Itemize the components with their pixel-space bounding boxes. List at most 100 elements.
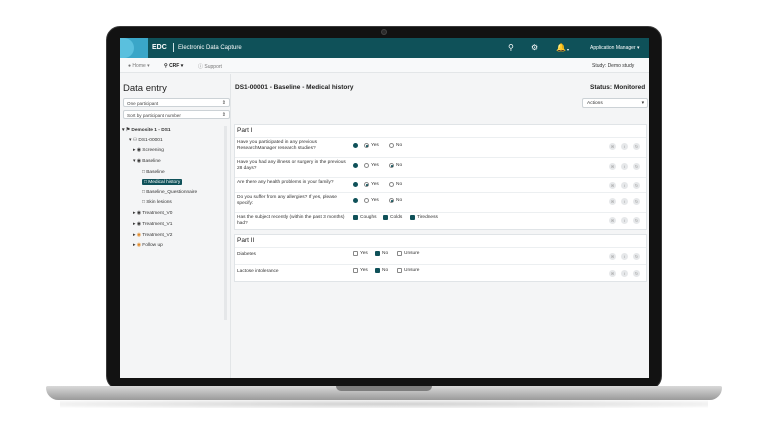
tree-follow-up[interactable]: ▸ ◉ Follow up	[133, 243, 163, 248]
sidebar-title: Data entry	[123, 83, 167, 94]
tree-treatment-v0[interactable]: ▸ ◉ Treatment_V0	[133, 211, 172, 216]
tree-treatment-v2[interactable]: ▸ ◉ Treatment_V2	[133, 233, 172, 238]
actions-dropdown[interactable]: Actions ▾	[582, 98, 648, 108]
sort-select[interactable]: Sort by participant number ⇕	[123, 110, 230, 119]
tree-participant[interactable]: ▾ ⚇ DS1-00001	[129, 138, 163, 143]
study-label: Study: Demo study	[592, 63, 635, 69]
option-label: Coughs	[360, 215, 377, 220]
laptop-notch	[336, 386, 432, 391]
radio-no[interactable]	[389, 163, 394, 168]
bell-chevron-down-icon[interactable]: ▾	[567, 47, 569, 52]
search-icon[interactable]: ⚲	[508, 43, 514, 52]
help-icon: ⓘ	[198, 64, 204, 70]
radio-yes[interactable]	[364, 182, 369, 187]
app-screen: EDC Electronic Data Capture ⚲ ⚙ 🔔 ▾ Appl…	[120, 38, 649, 378]
radio-yes[interactable]	[364, 198, 369, 203]
checkbox-unsure[interactable]	[397, 251, 402, 256]
option-label: Unsure	[404, 268, 420, 273]
option-label: Tiredness	[417, 215, 438, 220]
comment-icon[interactable]: ✉	[609, 163, 616, 170]
tree-site[interactable]: ▾ ⚑ Demosite 1 - DS1	[122, 128, 171, 133]
user-menu[interactable]: Application Manager ▾	[590, 45, 640, 51]
option-label: Yes	[360, 251, 368, 256]
history-icon[interactable]: ↻	[633, 253, 640, 260]
tree-baseline[interactable]: ▾ ◉ Baseline	[133, 159, 161, 164]
question-label: Have you participated in any previous Re…	[237, 140, 317, 152]
radio-yes[interactable]	[364, 163, 369, 168]
chevron-down-icon: ▾	[641, 100, 644, 106]
question-label: Lactose intolerance	[237, 269, 279, 274]
history-icon[interactable]: ↻	[633, 217, 640, 224]
history-icon[interactable]: ↻	[633, 182, 640, 189]
checkbox-no[interactable]	[375, 251, 380, 256]
tree-treatment-v1[interactable]: ▸ ◉ Treatment_V1	[133, 222, 172, 227]
question-row: Have you participated in any previous Re…	[235, 137, 646, 157]
checkbox-no[interactable]	[375, 268, 380, 273]
tree-form-medical-history[interactable]: □ Medical history	[142, 179, 183, 185]
top-bar: EDC Electronic Data Capture ⚲ ⚙ 🔔 ▾ Appl…	[120, 38, 649, 58]
option-label: No	[382, 251, 389, 256]
question-row: Have you had any illness or surgery in t…	[235, 157, 646, 177]
checkbox-colds[interactable]	[383, 215, 388, 220]
brand-name: EDC	[152, 44, 167, 51]
info-icon[interactable]: i	[621, 143, 628, 150]
info-icon[interactable]: i	[621, 253, 628, 260]
option-label: Colds	[390, 215, 403, 220]
nav-support[interactable]: ⓘ Support	[198, 63, 222, 70]
participant-select[interactable]: One participant ⇕	[123, 98, 230, 107]
info-icon[interactable]: i	[621, 217, 628, 224]
comment-icon[interactable]: ✉	[609, 270, 616, 277]
info-icon[interactable]: i	[621, 182, 628, 189]
tree-form-skin-lesions[interactable]: □ Skin lesions	[142, 200, 172, 205]
history-icon[interactable]: ↻	[633, 198, 640, 205]
comment-icon[interactable]: ✉	[609, 253, 616, 260]
part2-title: Part II	[237, 237, 255, 244]
question-label: Diabetes	[237, 252, 256, 257]
checkbox-unsure[interactable]	[397, 268, 402, 273]
bell-icon[interactable]: 🔔	[556, 43, 566, 52]
camera-icon	[381, 29, 387, 35]
question-label: Do you suffer from any allergies? If yes…	[237, 195, 337, 207]
status-dot-icon	[353, 182, 358, 187]
history-icon[interactable]: ↻	[633, 143, 640, 150]
option-label: Yes	[360, 268, 368, 273]
option-label: Unsure	[404, 251, 420, 256]
nav-crf[interactable]: ⚲ CRF ▾	[164, 63, 183, 69]
sidebar-scrollbar[interactable]	[224, 126, 227, 320]
tree-form-baseline-questionnaire[interactable]: □ Baseline_Questionnaire	[142, 190, 197, 195]
checkbox-tiredness[interactable]	[410, 215, 415, 220]
comment-icon[interactable]: ✉	[609, 217, 616, 224]
radio-no[interactable]	[389, 198, 394, 203]
info-icon[interactable]: i	[621, 198, 628, 205]
user-chevron-down-icon: ▾	[636, 45, 640, 51]
tree-form-baseline[interactable]: □ Baseline	[142, 170, 165, 175]
history-icon[interactable]: ↻	[633, 163, 640, 170]
radio-yes[interactable]	[364, 143, 369, 148]
tree-screening[interactable]: ▸ ◉ Screening	[133, 148, 164, 153]
checkbox-yes[interactable]	[353, 268, 358, 273]
radio-no[interactable]	[389, 182, 394, 187]
secondary-nav: ● Home ▾ ⚲ CRF ▾ ⓘ Support Study: Demo s…	[120, 58, 649, 73]
info-icon[interactable]: i	[621, 270, 628, 277]
history-icon[interactable]: ↻	[633, 270, 640, 277]
updown-icon: ⇕	[221, 111, 226, 118]
question-row: Lactose intolerance Yes No Unsure ✉ i ↻	[235, 264, 646, 281]
logo-icon	[120, 38, 148, 58]
checkbox-yes[interactable]	[353, 251, 358, 256]
option-label: No	[396, 163, 403, 168]
question-row: Diabetes Yes No Unsure ✉ i ↻	[235, 247, 646, 264]
question-row: Are there any health problems in your fa…	[235, 177, 646, 192]
info-icon[interactable]: i	[621, 163, 628, 170]
comment-icon[interactable]: ✉	[609, 198, 616, 205]
part2-panel: Part II Diabetes Yes No Unsure ✉ i ↻ Lac…	[234, 234, 647, 282]
gear-icon[interactable]: ⚙	[531, 43, 538, 52]
nav-home[interactable]: ● Home ▾	[128, 63, 150, 69]
option-label: No	[396, 182, 403, 187]
comment-icon[interactable]: ✉	[609, 143, 616, 150]
question-label: Has the subject recently (within the pas…	[237, 215, 345, 227]
option-label: Yes	[371, 143, 379, 148]
radio-no[interactable]	[389, 143, 394, 148]
checkbox-coughs[interactable]	[353, 215, 358, 220]
comment-icon[interactable]: ✉	[609, 182, 616, 189]
status-dot-icon	[353, 163, 358, 168]
